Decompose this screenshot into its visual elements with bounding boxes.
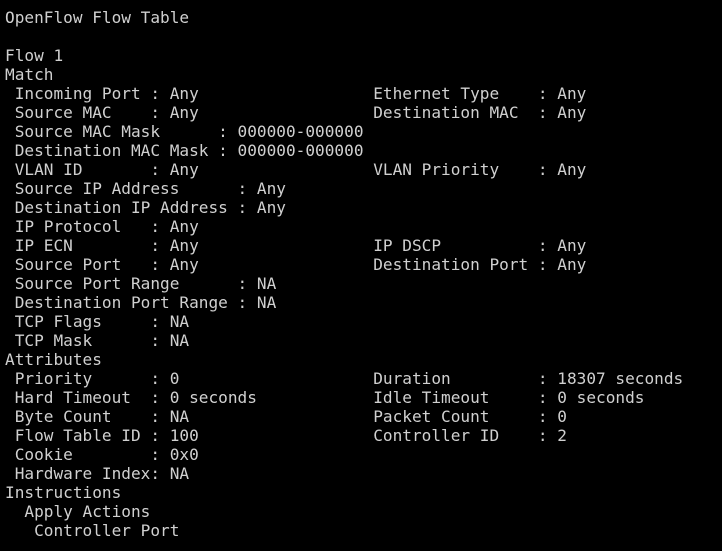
output-line-tcp-flags: TCP Flags : NA — [5, 312, 190, 331]
output-line-destination-port-range: Destination Port Range : NA — [5, 293, 277, 312]
output-line-flow-table-id: Flow Table ID : 100 Controller ID : 2 — [5, 426, 567, 445]
output-line-byte-count: Byte Count : NA Packet Count : 0 — [5, 407, 567, 426]
output-line-ip-protocol: IP Protocol : Any — [5, 217, 199, 236]
output-line-source-mac: Source MAC : Any Destination MAC : Any — [5, 103, 587, 122]
output-line-vlan-id: VLAN ID : Any VLAN Priority : Any — [5, 160, 587, 179]
output-line-instructions-header: Instructions — [5, 483, 122, 502]
output-line-priority: Priority : 0 Duration : 18307 seconds — [5, 369, 684, 388]
output-line-controller-port: Controller Port — [5, 521, 180, 540]
output-line-source-ip: Source IP Address : Any — [5, 179, 286, 198]
output-line-blank — [5, 27, 722, 46]
output-line-tcp-mask: TCP Mask : NA — [5, 331, 190, 350]
output-line-destination-mac-mask: Destination MAC Mask : 000000-000000 — [5, 141, 364, 160]
output-line-apply-actions: Apply Actions — [5, 502, 151, 521]
output-line-flow-header: Flow 1 — [5, 46, 64, 65]
output-line-ip-ecn: IP ECN : Any IP DSCP : Any — [5, 236, 587, 255]
output-line-hardware-index: Hardware Index: NA — [5, 464, 190, 483]
output-line-source-mac-mask: Source MAC Mask : 000000-000000 — [5, 122, 364, 141]
output-line-title: OpenFlow Flow Table — [5, 8, 190, 27]
terminal-window[interactable]: OpenFlow Flow Table Flow 1 Match Incomin… — [0, 0, 722, 551]
output-line-source-port-range: Source Port Range : NA — [5, 274, 277, 293]
output-line-attributes-header: Attributes — [5, 350, 102, 369]
output-line-match-header: Match — [5, 65, 54, 84]
output-line-hard-timeout: Hard Timeout : 0 seconds Idle Timeout : … — [5, 388, 645, 407]
output-line-incoming-port: Incoming Port : Any Ethernet Type : Any — [5, 84, 587, 103]
output-line-source-port: Source Port : Any Destination Port : Any — [5, 255, 587, 274]
output-line-destination-ip: Destination IP Address : Any — [5, 198, 286, 217]
output-line-cookie: Cookie : 0x0 — [5, 445, 199, 464]
